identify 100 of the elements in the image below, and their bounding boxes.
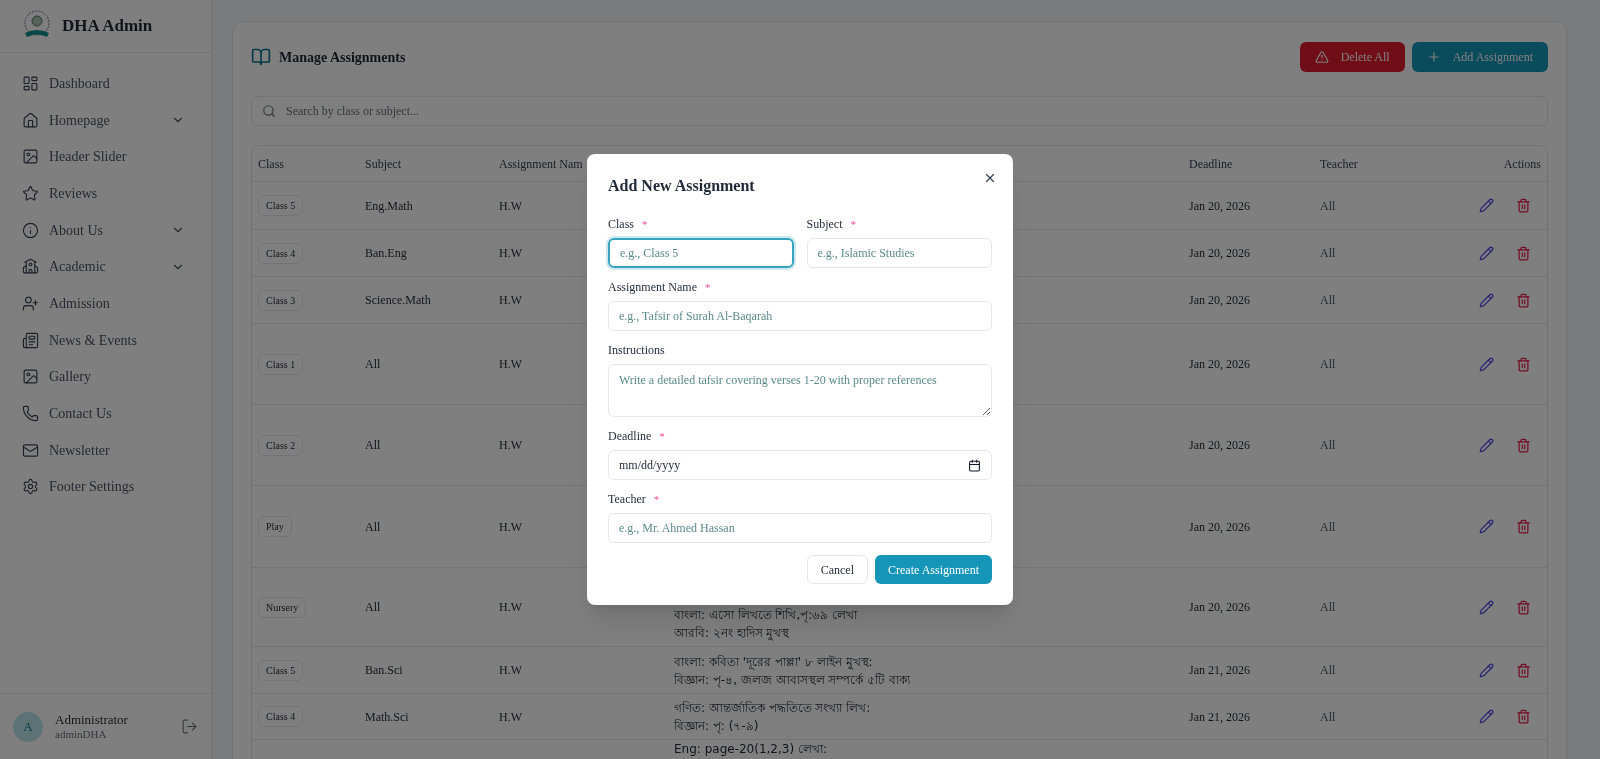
delete-icon[interactable]: [1516, 198, 1531, 213]
class-tag: Class 5: [258, 659, 304, 681]
mail-icon: [22, 441, 39, 459]
cancel-button[interactable]: Cancel: [806, 555, 868, 584]
table-cell: Jan 20, 2026: [1189, 600, 1250, 614]
class-tag: Class 1: [258, 353, 304, 375]
warning-icon: [1314, 50, 1329, 64]
class-tag: Class 4: [258, 242, 304, 264]
logout-icon[interactable]: [181, 718, 198, 735]
sidebar-item[interactable]: Contact Us: [12, 395, 199, 432]
sidebar-item[interactable]: Footer Settings: [12, 468, 199, 506]
table-cell: Jan 20, 2026: [1189, 246, 1250, 260]
table-cell: Jan 20, 2026: [1189, 519, 1250, 534]
table-cell: Jan 20, 2026: [1189, 198, 1250, 213]
table-cell: H.W: [499, 663, 522, 677]
table-cell: Jan 20, 2026: [1189, 357, 1250, 371]
instruction-line: আরবি: ২নং হাদিস মুখস্থ: [674, 625, 791, 642]
table-cell: All: [365, 438, 381, 452]
column-header: Teacher: [1320, 155, 1359, 173]
edit-icon[interactable]: [1479, 292, 1494, 308]
table-cell: H.W: [499, 293, 522, 307]
required-mark: *: [653, 491, 660, 507]
edit-icon[interactable]: [1479, 599, 1494, 615]
settings-icon: [22, 478, 39, 496]
class-tag: Class 2: [258, 434, 304, 456]
sidebar-item[interactable]: Dashboard: [12, 65, 199, 102]
delete-icon[interactable]: [1516, 356, 1531, 372]
edit-icon[interactable]: [1479, 245, 1494, 261]
sidebar-item[interactable]: Admission: [12, 285, 199, 322]
delete-icon[interactable]: [1516, 599, 1531, 615]
info-icon: [22, 221, 39, 239]
close-icon[interactable]: [983, 171, 997, 185]
delete-icon[interactable]: [1516, 292, 1531, 308]
newspaper-icon: [22, 331, 39, 349]
table-cell: All: [1320, 709, 1336, 724]
delete-all-button[interactable]: Delete All: [1299, 42, 1405, 72]
sidebar-item[interactable]: Newsletter: [12, 431, 199, 469]
avatar: A: [13, 711, 43, 742]
table-cell: All: [365, 600, 381, 614]
sidebar-item[interactable]: Homepage: [12, 101, 199, 139]
dialog-title: Add New Assignment: [608, 176, 755, 197]
delete-icon[interactable]: [1516, 245, 1531, 261]
table-cell: Math.Sci: [365, 709, 409, 724]
class-tag: Class 4: [258, 706, 304, 727]
table-cell: H.W: [499, 357, 522, 371]
edit-icon[interactable]: [1479, 198, 1494, 213]
field-label: Class: [608, 216, 634, 233]
edit-icon[interactable]: [1479, 709, 1494, 724]
instructions-field[interactable]: Write a detailed tafsir covering verses 1-20 with proper references: [608, 364, 992, 417]
table-cell: Jan 21, 2026: [1189, 709, 1250, 724]
table-cell: H.W: [499, 709, 522, 724]
calendar-icon: [968, 458, 981, 472]
create-button[interactable]: Create Assignment: [875, 555, 992, 584]
table-cell: All: [365, 357, 381, 371]
column-header: Class: [258, 155, 285, 173]
user-name: Administrator: [55, 711, 129, 728]
delete-icon[interactable]: [1516, 709, 1531, 724]
instruction-line: বিজ্ঞান: পৃ: (৭-৯): [674, 718, 760, 735]
edit-icon[interactable]: [1479, 662, 1494, 678]
star-icon: [22, 184, 39, 202]
class-tag: Play: [258, 516, 292, 537]
home-icon: [22, 111, 39, 129]
edit-icon[interactable]: [1479, 356, 1494, 372]
image-icon: [22, 148, 39, 166]
sidebar-item[interactable]: Header Slider: [12, 138, 199, 176]
delete-icon[interactable]: [1516, 519, 1531, 534]
search-field[interactable]: Search by class or subject...: [251, 96, 1548, 126]
table-cell: H.W: [499, 198, 522, 213]
table-cell: All: [1320, 293, 1336, 307]
brand-name: DHA Admin: [62, 15, 153, 38]
sidebar-item[interactable]: Gallery: [12, 358, 199, 396]
column-header: Actions: [1503, 155, 1541, 173]
delete-icon[interactable]: [1516, 437, 1531, 453]
sidebar-item[interactable]: News & Events: [12, 321, 199, 359]
field-label: Instructions: [608, 342, 665, 359]
date-field[interactable]: mm/dd/yyyy: [608, 450, 992, 480]
page-title: Manage Assignments: [279, 48, 406, 67]
delete-icon[interactable]: [1516, 662, 1531, 678]
sidebar-item[interactable]: Reviews: [12, 175, 199, 212]
table-cell: Jan 21, 2026: [1189, 663, 1250, 677]
edit-icon[interactable]: [1479, 519, 1494, 534]
sidebar-item[interactable]: Academic: [12, 248, 199, 286]
input-field[interactable]: e.g., Class 5: [608, 238, 794, 268]
table-cell: Eng.Math: [365, 198, 413, 213]
add-button[interactable]: Add Assignment: [1411, 42, 1548, 72]
book-icon: [251, 47, 271, 67]
table-cell: Jan 20, 2026: [1189, 293, 1250, 307]
instruction-line: বাংলা: এসো লিখতে শিখি,পৃ:৬৯ লেখা: [674, 607, 859, 624]
table-cell: All: [1320, 600, 1336, 614]
column-header: Subject: [365, 155, 402, 173]
image-icon: [22, 368, 39, 386]
sidebar-item[interactable]: About Us: [12, 211, 199, 249]
user-handle: adminDHA: [55, 727, 108, 742]
edit-icon[interactable]: [1479, 437, 1494, 453]
class-tag: Class 5: [258, 195, 304, 216]
instruction-line: বিজ্ঞান: পৃ-৪, জলজ আবাসস্থল সম্পর্কে ৫টি বাক্য: [674, 672, 912, 689]
instruction-line: গণিত: আন্তর্জাতিক পদ্ধতিতে সংখ্যা লিখ:: [674, 700, 872, 717]
plus-icon: [1426, 50, 1441, 64]
field-label: Deadline: [608, 428, 652, 445]
user-plus-icon: [22, 294, 39, 312]
